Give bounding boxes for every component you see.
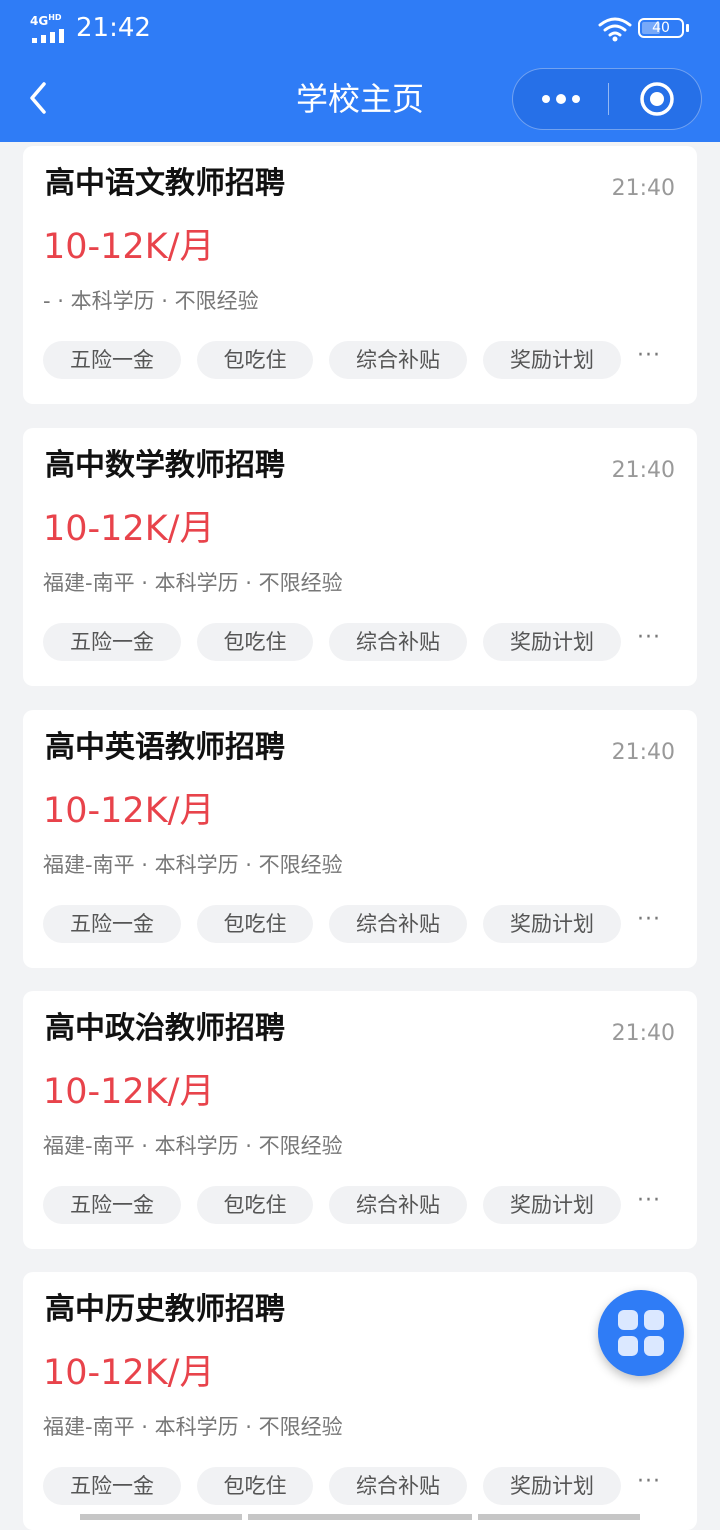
job-time: 21:40 — [611, 1021, 675, 1046]
job-card[interactable]: 高中英语教师招聘 21:40 10-12K/月 福建-南平 · 本科学历 · 不… — [23, 710, 697, 968]
signal-icon — [32, 29, 68, 43]
target-circle-icon[interactable] — [639, 81, 675, 117]
job-meta: 福建-南平 · 本科学历 · 不限经验 — [43, 1415, 343, 1439]
status-bar: 4GHD 21:42 40 — [0, 0, 720, 56]
more-tags-icon: ··· — [637, 907, 661, 932]
job-title: 高中数学教师招聘 — [45, 448, 285, 483]
job-tag: 五险一金 — [43, 1467, 181, 1505]
more-tags-icon: ··· — [637, 1469, 661, 1494]
job-salary: 10-12K/月 — [43, 509, 215, 549]
job-tag: 包吃住 — [197, 1467, 313, 1505]
app-grid-icon[interactable] — [598, 1290, 684, 1376]
wifi-icon — [598, 17, 632, 42]
battery-cap — [686, 24, 689, 32]
bottom-strip — [80, 1514, 242, 1520]
more-tags-icon: ··· — [637, 1188, 661, 1213]
job-title: 高中历史教师招聘 — [45, 1292, 285, 1327]
more-tags-icon: ··· — [637, 343, 661, 368]
job-card[interactable]: 高中政治教师招聘 21:40 10-12K/月 福建-南平 · 本科学历 · 不… — [23, 991, 697, 1249]
job-tag: 综合补贴 — [329, 1467, 467, 1505]
job-tag: 奖励计划 — [483, 1186, 621, 1224]
job-tag: 综合补贴 — [329, 905, 467, 943]
bottom-strip — [478, 1514, 640, 1520]
job-title: 高中政治教师招聘 — [45, 1011, 285, 1046]
job-salary: 10-12K/月 — [43, 1353, 215, 1393]
more-dots-icon[interactable] — [513, 69, 608, 129]
job-meta: 福建-南平 · 本科学历 · 不限经验 — [43, 1134, 343, 1158]
status-time: 21:42 — [76, 13, 151, 43]
job-time: 21:40 — [611, 458, 675, 483]
network-sup: HD — [48, 13, 62, 22]
more-tags-icon: ··· — [637, 625, 661, 650]
capsule-divider — [608, 83, 609, 115]
job-time: 21:40 — [611, 176, 675, 201]
job-tag: 包吃住 — [197, 905, 313, 943]
job-tag: 五险一金 — [43, 1186, 181, 1224]
job-tag: 奖励计划 — [483, 905, 621, 943]
job-card[interactable]: 高中语文教师招聘 21:40 10-12K/月 - · 本科学历 · 不限经验 … — [23, 146, 697, 404]
job-tag: 奖励计划 — [483, 1467, 621, 1505]
job-tag: 奖励计划 — [483, 341, 621, 379]
job-title: 高中语文教师招聘 — [45, 166, 285, 201]
job-tag: 包吃住 — [197, 341, 313, 379]
job-meta: - · 本科学历 · 不限经验 — [43, 289, 259, 313]
job-card[interactable]: 高中历史教师招聘 10-12K/月 福建-南平 · 本科学历 · 不限经验 五险… — [23, 1272, 697, 1530]
network-label: 4G — [30, 14, 49, 28]
job-salary: 10-12K/月 — [43, 791, 215, 831]
job-tag: 五险一金 — [43, 623, 181, 661]
job-tag: 五险一金 — [43, 341, 181, 379]
job-time: 21:40 — [611, 740, 675, 765]
job-salary: 10-12K/月 — [43, 1072, 215, 1112]
job-salary: 10-12K/月 — [43, 227, 215, 267]
job-card[interactable]: 高中数学教师招聘 21:40 10-12K/月 福建-南平 · 本科学历 · 不… — [23, 428, 697, 686]
bottom-strip — [248, 1514, 472, 1520]
job-tag: 奖励计划 — [483, 623, 621, 661]
top-bar: 4GHD 21:42 40 学校主页 — [0, 0, 720, 142]
job-meta: 福建-南平 · 本科学历 · 不限经验 — [43, 571, 343, 595]
job-tag: 包吃住 — [197, 623, 313, 661]
job-meta: 福建-南平 · 本科学历 · 不限经验 — [43, 853, 343, 877]
job-tag: 综合补贴 — [329, 623, 467, 661]
job-tag: 包吃住 — [197, 1186, 313, 1224]
job-tag: 五险一金 — [43, 905, 181, 943]
mini-program-capsule — [512, 68, 702, 130]
job-title: 高中英语教师招聘 — [45, 730, 285, 765]
job-tag: 综合补贴 — [329, 1186, 467, 1224]
network-indicator: 4GHD — [30, 12, 70, 43]
battery-level: 40 — [652, 20, 670, 36]
job-tag: 综合补贴 — [329, 341, 467, 379]
battery-icon: 40 — [638, 18, 684, 38]
